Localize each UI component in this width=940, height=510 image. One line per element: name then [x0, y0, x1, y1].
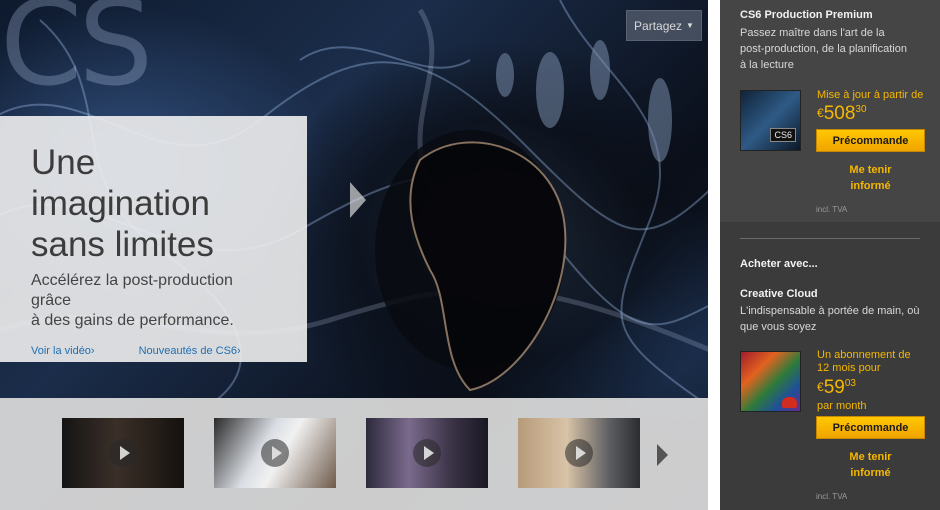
- billing-period: par month: [817, 400, 867, 412]
- product-description: Passez maître dans l'art de la post-prod…: [740, 25, 936, 73]
- purchase-sidebar: CS6 Production Premium Passez maître dan…: [720, 0, 940, 510]
- preorder-button[interactable]: Précommande: [816, 129, 925, 152]
- subscription-label-line: 12 mois pour: [817, 362, 881, 374]
- notify-line: Me tenir: [849, 164, 892, 176]
- price-currency: €: [817, 380, 824, 394]
- price-decimal: 03: [844, 378, 856, 389]
- play-icon: [413, 439, 441, 467]
- product-description-line: Passez maître dans l'art de la: [740, 27, 885, 39]
- price-integer: 59: [823, 377, 845, 398]
- creative-cloud-description: L'indispensable à portée de main, où que…: [740, 303, 936, 335]
- notify-me-link[interactable]: Me tenir informé: [816, 162, 925, 194]
- creative-cloud-box-image: [740, 351, 801, 412]
- play-icon: [109, 439, 137, 467]
- whats-new-link[interactable]: Nouveautés de CS6›: [139, 345, 241, 357]
- hero-banner: CS Partagez ▼ Une imagination sans limit…: [0, 0, 708, 510]
- cc-notify-me-link[interactable]: Me tenir informé: [816, 449, 925, 481]
- watch-video-link[interactable]: Voir la vidéo›: [31, 345, 95, 357]
- notify-line: Me tenir: [849, 451, 892, 463]
- cc-description-line: L'indispensable à portée de main, où: [740, 305, 920, 317]
- video-thumb-1[interactable]: [62, 418, 184, 488]
- play-icon: [565, 439, 593, 467]
- share-label: Partagez: [634, 18, 683, 33]
- creative-cloud-title: Creative Cloud: [740, 288, 818, 300]
- hero-subtitle: Accélérez la post-production grâce à des…: [31, 271, 277, 331]
- cc-description-line: que vous soyez: [740, 321, 817, 333]
- hero-title-line: Une: [31, 143, 96, 182]
- subscription-price-label: Un abonnement de 12 mois pour: [817, 349, 935, 375]
- subscription-label-line: Un abonnement de: [817, 349, 911, 361]
- hero-title: Une imagination sans limites: [31, 142, 277, 265]
- subscription-price: €5903: [817, 377, 856, 399]
- buy-with-heading: Acheter avec...: [740, 258, 818, 270]
- hero-text-panel: Une imagination sans limites Accélérez l…: [0, 116, 307, 362]
- subscribe-preorder-button[interactable]: Précommande: [816, 416, 925, 439]
- price-integer: 508: [823, 103, 856, 124]
- video-thumb-3[interactable]: [366, 418, 488, 488]
- hero-links: Voir la vidéo› Nouveautés de CS6›: [31, 345, 277, 357]
- hero-title-line: sans limites: [31, 225, 214, 264]
- product-title: CS6 Production Premium: [740, 9, 873, 21]
- hero-title-line: imagination: [31, 184, 210, 223]
- upgrade-price-label: Mise à jour à partir de: [817, 89, 924, 101]
- thumbnails-next-arrow-icon[interactable]: [657, 444, 668, 466]
- next-slide-arrow-icon[interactable]: [350, 182, 366, 218]
- play-icon: [261, 439, 289, 467]
- chevron-down-icon: ▼: [686, 21, 694, 30]
- product-box-tag: CS6: [770, 128, 796, 142]
- hero-subtitle-line: Accélérez la post-production grâce: [31, 272, 233, 309]
- product-box-image: CS6: [740, 90, 801, 151]
- tax-note: incl. TVA: [816, 205, 848, 214]
- notify-line: informé: [850, 467, 891, 479]
- video-thumb-2[interactable]: [214, 418, 336, 488]
- video-thumb-4[interactable]: [518, 418, 640, 488]
- price-currency: €: [817, 106, 824, 120]
- product-description-line: post-production, de la planification: [740, 43, 907, 55]
- price-decimal: 30: [855, 104, 867, 115]
- share-button[interactable]: Partagez ▼: [626, 10, 702, 41]
- notify-line: informé: [850, 180, 891, 192]
- product-description-line: à la lecture: [740, 59, 794, 71]
- divider: [740, 238, 920, 239]
- hero-subtitle-line: à des gains de performance.: [31, 312, 234, 329]
- product-price: €50830: [817, 103, 867, 125]
- video-thumbnail-strip: [0, 398, 708, 510]
- cc-tax-note: incl. TVA: [816, 492, 848, 501]
- cs-logo-text: CS: [0, 0, 153, 112]
- creative-cloud-logo-icon: [782, 397, 797, 408]
